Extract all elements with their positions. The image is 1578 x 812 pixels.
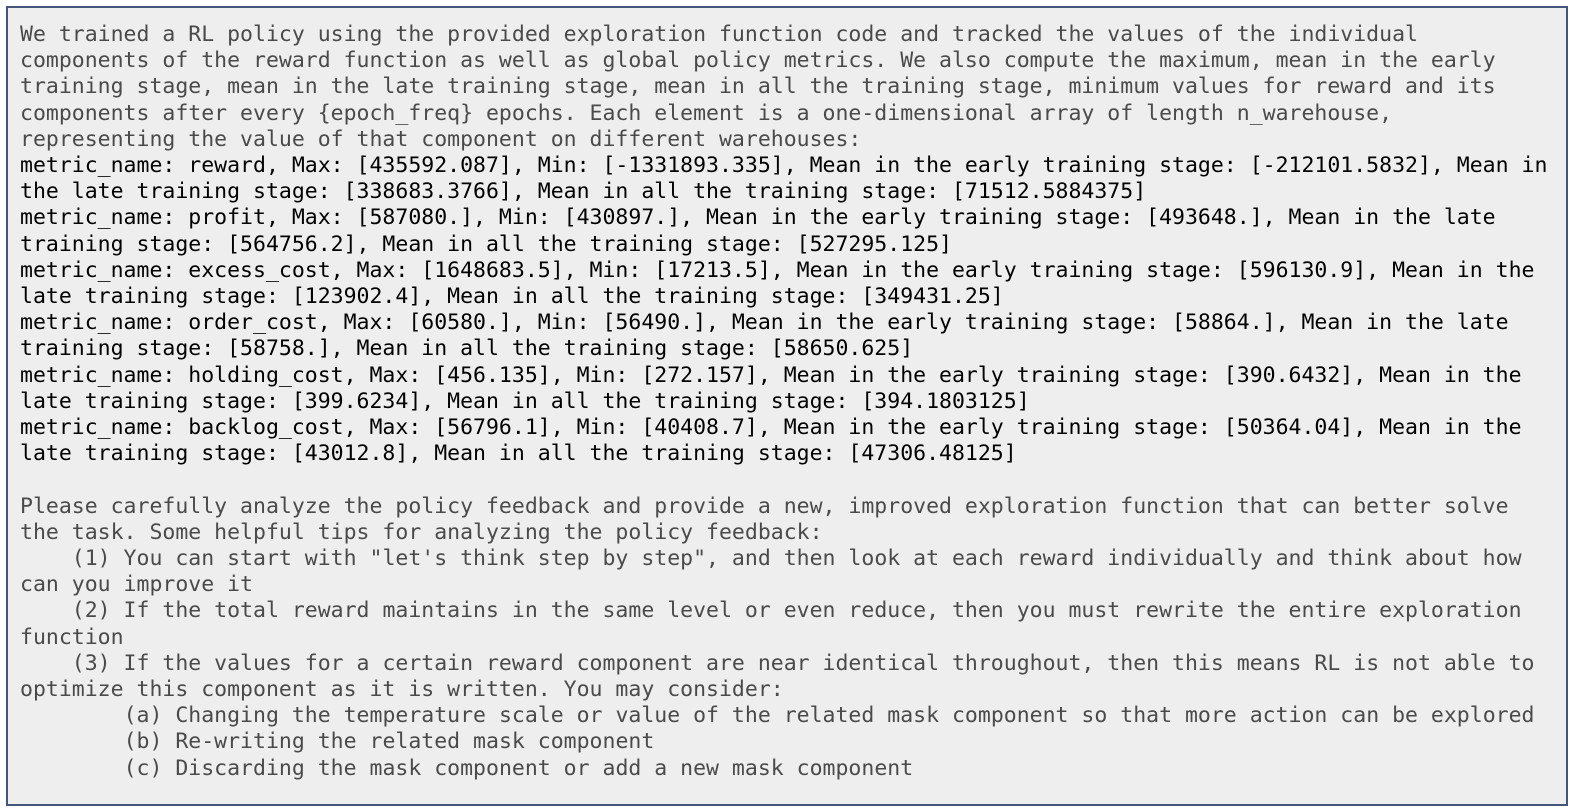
tip-1: (1) You can start with "let's think step… [20, 546, 1535, 598]
metric-line-excess-cost: metric_name: excess_cost, Max: [1648683.… [20, 257, 1548, 310]
metric-line-profit: metric_name: profit, Max: [587080.], Min… [20, 205, 1509, 257]
tip-3: (3) If the values for a certain reward c… [20, 650, 1548, 703]
metric-line-holding-cost: metric_name: holding_cost, Max: [456.135… [20, 362, 1535, 414]
prompt-text-panel: We trained a RL policy using the provide… [6, 6, 1568, 806]
metric-line-backlog-cost: metric_name: backlog_cost, Max: [56796.1… [20, 415, 1535, 467]
tip-3b: (b) Re-writing the related mask componen… [20, 729, 655, 755]
metric-line-order-cost: metric_name: order_cost, Max: [60580.], … [20, 310, 1522, 362]
tip-3a: (a) Changing the temperature scale or va… [20, 703, 1535, 729]
metric-line-reward: metric_name: reward, Max: [435592.087], … [20, 153, 1561, 205]
intro-paragraph: We trained a RL policy using the provide… [20, 22, 1509, 152]
instruction-paragraph: Please carefully analyze the policy feed… [20, 493, 1522, 545]
tip-3c: (c) Discarding the mask component or add… [20, 755, 914, 781]
tip-2: (2) If the total reward maintains in the… [20, 598, 1535, 650]
